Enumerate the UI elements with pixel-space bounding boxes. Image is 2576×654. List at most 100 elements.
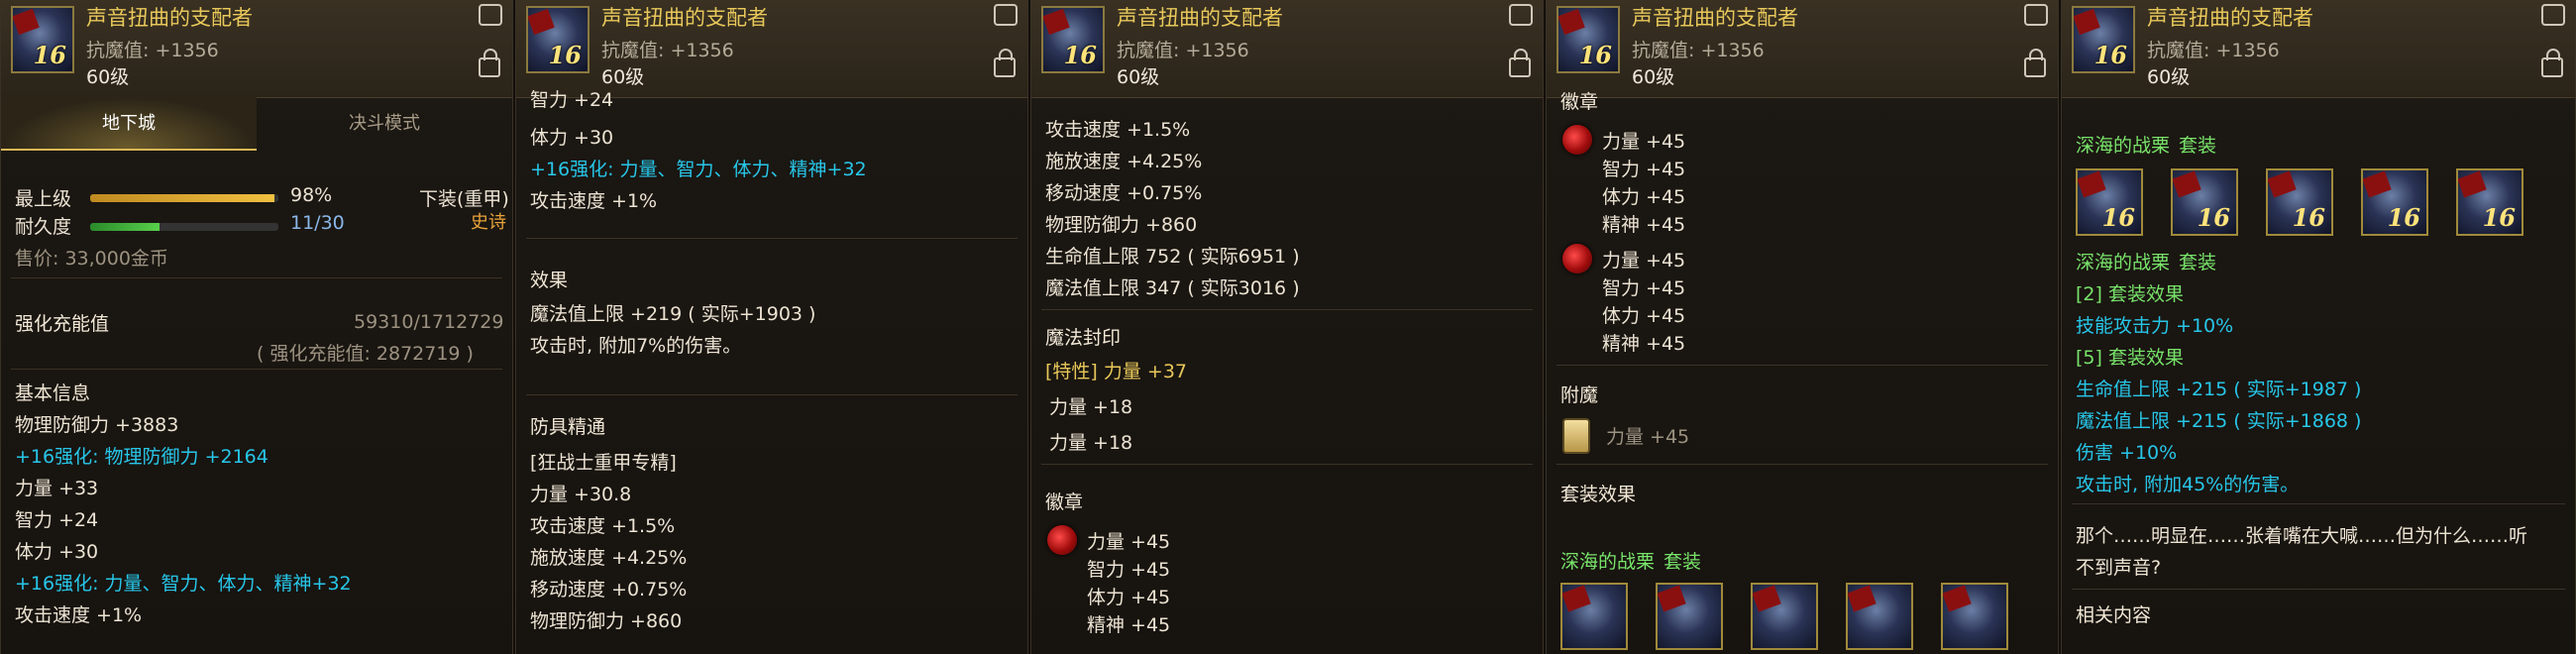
mp-max: 魔法值上限 347 ( 实际3016 ) [1045,277,1300,299]
seal-trait: [特性] 力量 +37 [1045,361,1188,382]
durability-bar-fill [90,223,160,231]
set-piece-icon[interactable] [1751,583,1818,650]
divider [2072,503,2565,504]
charge-value: 59310/1712729 [354,311,504,333]
flavor-text-2: 不到声音? [2076,557,2162,579]
basic-info-heading: 基本信息 [15,382,91,404]
stat-vit: 体力 +30 [530,127,614,149]
magic-resist: 抗魔值: +1356 [1117,40,1249,61]
lock-icon[interactable] [994,49,1016,77]
tooltip-strip: 16 声音扭曲的支配者 抗魔值: +1356 60级 地下城 决斗模式 最上级 … [0,0,2576,654]
item-level: 60级 [86,66,130,88]
item-header: 16 声音扭曲的支配者 抗魔值: +1356 60级 [1031,0,1543,98]
item-level: 60级 [2147,66,2191,88]
share-icon[interactable] [1509,4,1533,26]
set-name-2: 深海的战栗 [2076,252,2171,273]
stat-int: 智力 +24 [530,89,614,111]
grade-bar-fill [90,194,275,202]
set-tag-2: 套装 [2179,252,2217,273]
item-name: 声音扭曲的支配者 [601,6,768,30]
item-icon: 16 [1041,6,1105,73]
emblem2-str: 力量 +45 [1602,250,1686,272]
item-header: 16 声音扭曲的支配者 抗魔值: +1356 60级 [2062,0,2575,98]
emblem-heading: 徽章 [1045,491,1084,513]
seal-str-1: 力量 +18 [1049,396,1133,418]
set-piece-icon[interactable]: 16 [2171,168,2238,236]
set-bonus-5-hp: 生命值上限 +215 ( 实际+1987 ) [2076,379,2362,400]
charge-sub: ( 强化充能值: 2872719 ) [257,343,474,365]
related-heading: 相关内容 [2076,604,2152,626]
slot-type: 下装(重甲) [419,188,509,210]
set-effect-heading: 套装效果 [1560,484,1637,505]
divider [1556,365,2048,366]
reinforce-stats: +16强化: 力量、智力、体力、精神+32 [15,573,352,595]
item-name: 声音扭曲的支配者 [1632,6,1798,30]
tooltip-panel-1: 16 声音扭曲的支配者 抗魔值: +1356 60级 地下城 决斗模式 最上级 … [0,0,513,654]
lock-icon[interactable] [2541,49,2563,77]
set-piece-icon[interactable]: 16 [2076,168,2143,236]
sell-price: 售价: 33,000金币 [15,248,168,270]
divider [1041,309,1533,310]
charge-label: 强化充能值 [15,313,110,335]
share-icon[interactable] [2024,4,2048,26]
mastery-move: 移动速度 +0.75% [530,579,688,600]
set-tag: 套装 [2179,135,2217,157]
emblem-spi: 精神 +45 [1087,614,1171,636]
seal-heading: 魔法封印 [1045,327,1122,349]
share-icon[interactable] [994,4,1018,26]
emblem1-vit: 体力 +45 [1602,186,1686,208]
mastery-heading: 防具精通 [530,416,606,438]
emblem-heading: 徽章 [1560,91,1599,113]
atk-speed: 攻击速度 +1.5% [1045,119,1191,141]
set-name: 深海的战栗 [2076,135,2171,157]
set-bonus-5-heading: [5] 套装效果 [2076,347,2184,369]
mastery-atk: 攻击速度 +1.5% [530,515,676,537]
tab-pvp[interactable]: 决斗模式 [257,97,512,151]
tab-dungeon[interactable]: 地下城 [1,97,257,151]
emblem1-str: 力量 +45 [1602,131,1686,153]
lock-icon[interactable] [2024,49,2046,77]
emblem-int: 智力 +45 [1087,559,1171,581]
mastery-class: [狂战士重甲专精] [530,452,677,474]
set-piece-icon[interactable] [1846,583,1913,650]
divider [2072,589,2565,590]
divider [1556,464,2048,465]
set-piece-icon[interactable] [1560,583,1628,650]
emblem2-spi: 精神 +45 [1602,333,1686,355]
magic-resist: 抗魔值: +1356 [1632,40,1765,61]
grade-value: 98% [290,184,333,206]
durability-value: 11/30 [290,212,345,234]
set-piece-icon[interactable]: 16 [2266,168,2333,236]
grade-bar [90,194,278,202]
durability-label: 耐久度 [15,216,72,238]
stat-int: 智力 +24 [15,509,99,531]
divider [526,394,1018,395]
lock-icon[interactable] [1509,49,1531,77]
reinforce-stats: +16强化: 力量、智力、体力、精神+32 [530,159,867,180]
item-icon: 16 [1556,6,1620,73]
item-icon: 16 [526,6,590,73]
emblem1-int: 智力 +45 [1602,159,1686,180]
effect-dmg: 攻击时, 附加7%的伤害。 [530,335,742,357]
hp-max: 生命值上限 752 ( 实际6951 ) [1045,246,1300,268]
divider [526,238,1018,239]
share-icon[interactable] [479,4,502,26]
set-bonus-5-mp: 魔法值上限 +215 ( 实际+1868 ) [2076,410,2362,432]
emblem2-vit: 体力 +45 [1602,305,1686,327]
set-tag: 套装 [1664,551,1702,573]
seal-str-2: 力量 +18 [1049,432,1133,454]
set-piece-icon[interactable]: 16 [2456,168,2523,236]
share-icon[interactable] [2541,4,2565,26]
magic-resist: 抗魔值: +1356 [86,40,219,61]
move-speed: 移动速度 +0.75% [1045,182,1203,204]
lock-icon[interactable] [479,49,500,77]
reinforce-def: +16强化: 物理防御力 +2164 [15,446,268,468]
emblem2-int: 智力 +45 [1602,277,1686,299]
mastery-str: 力量 +30.8 [530,484,632,505]
stat-str: 力量 +33 [15,478,99,499]
tooltip-panel-3: 16 声音扭曲的支配者 抗魔值: +1356 60级 攻击速度 +1.5% 施放… [1030,0,1544,654]
set-piece-icon[interactable]: 16 [2361,168,2428,236]
set-piece-icon[interactable] [1941,583,2008,650]
set-piece-icon[interactable] [1656,583,1723,650]
flavor-text-1: 那个……明显在……张着嘴在大喊……但为什么……听 [2076,525,2528,547]
